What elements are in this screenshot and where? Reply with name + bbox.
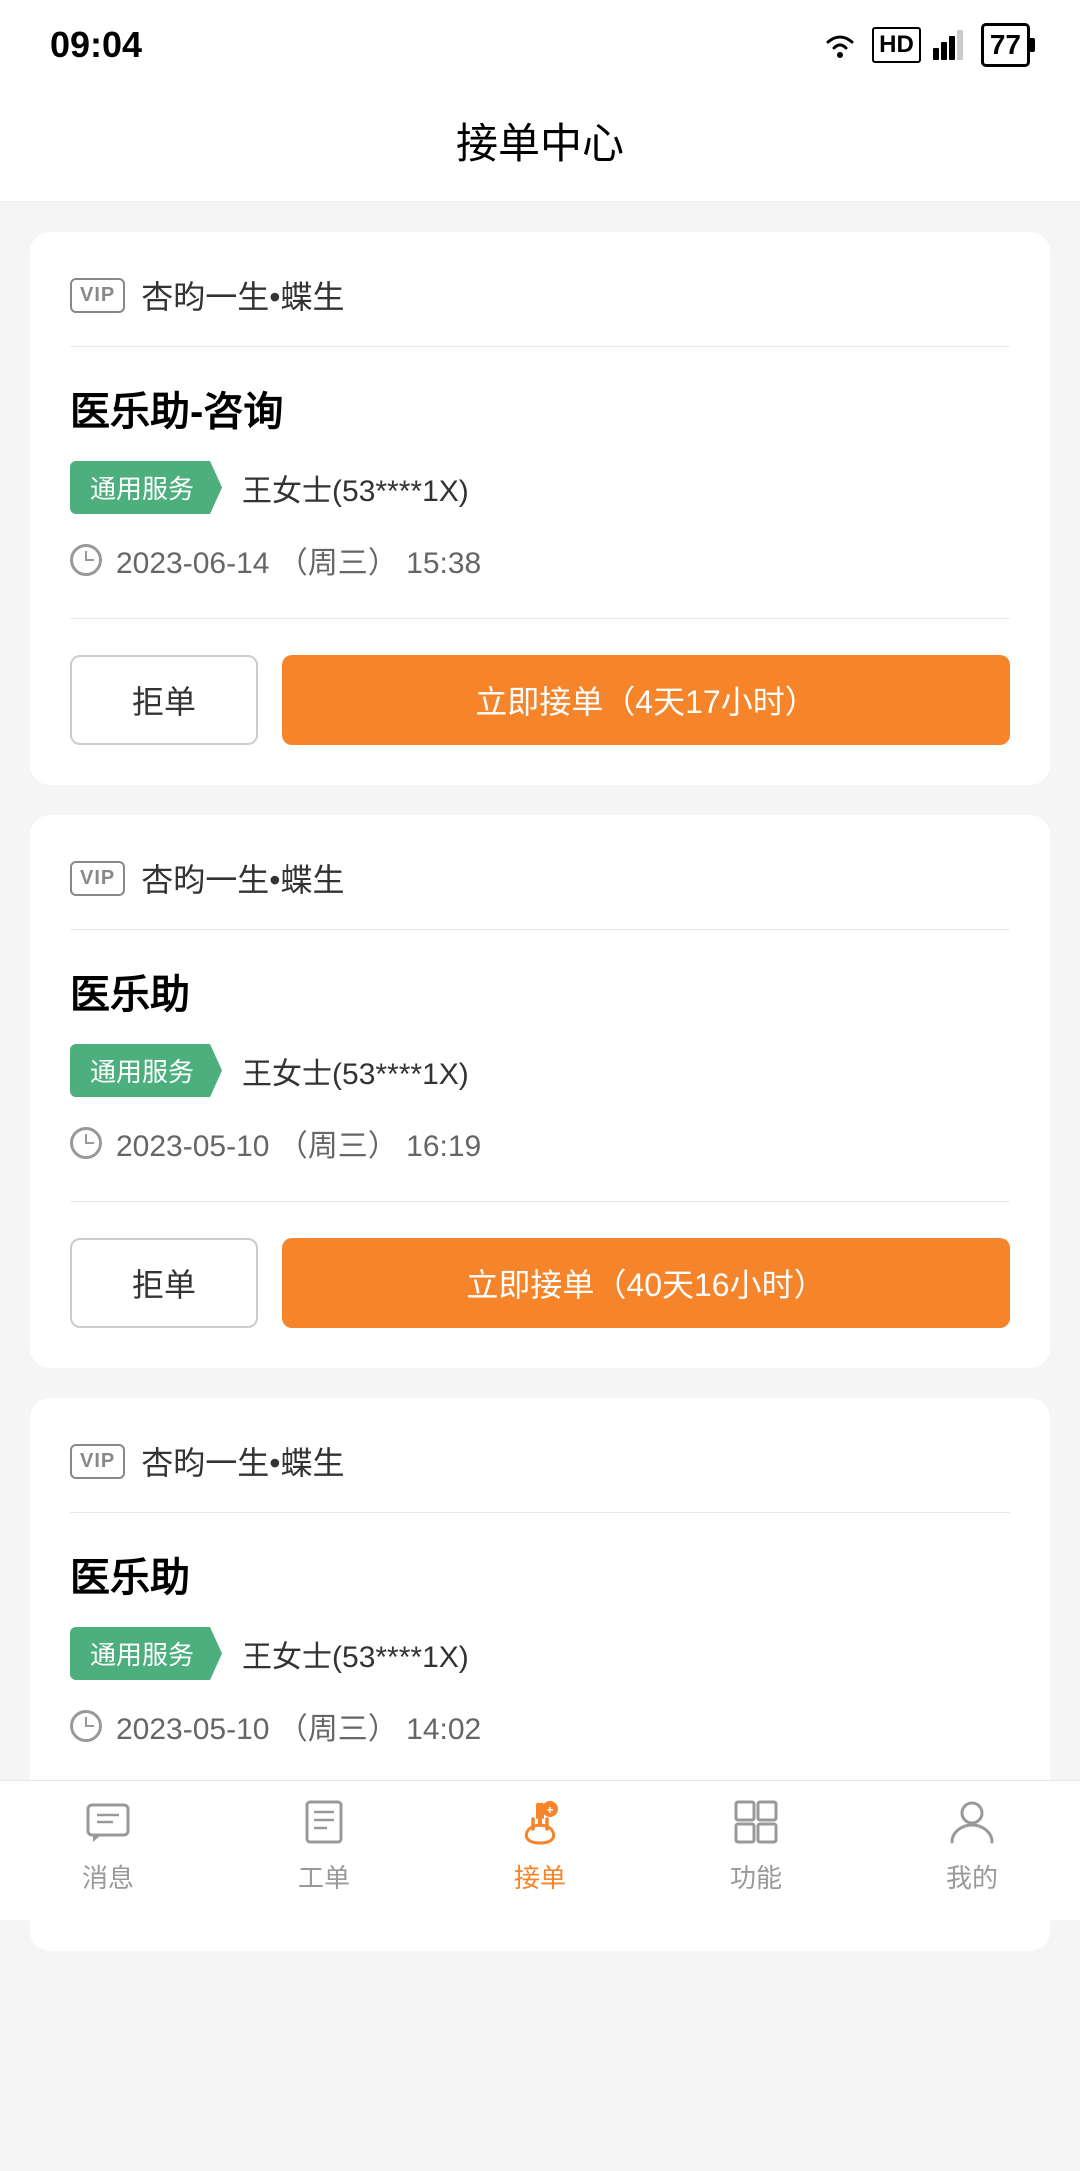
clock-icon-1 — [70, 544, 102, 576]
card-actions-1: 拒单 立即接单（4天17小时） — [70, 655, 1010, 745]
time-text-1: 2023-06-14 （周三） 15:38 — [116, 538, 481, 582]
page-title: 接单中心 — [0, 110, 1080, 171]
service-tag-3: 通用服务 — [70, 1627, 222, 1680]
nav-label-profile: 我的 — [946, 1858, 998, 1895]
reject-button-2[interactable]: 拒单 — [70, 1238, 258, 1328]
card-username-2: 杏昀一生•蝶生 — [141, 855, 344, 901]
time-text-3: 2023-05-10 （周三） 14:02 — [116, 1704, 481, 1748]
nav-item-messages[interactable]: 消息 — [0, 1796, 216, 1895]
nav-item-workorder[interactable]: 工单 — [216, 1796, 432, 1895]
profile-icon — [946, 1796, 998, 1848]
nav-item-functions[interactable]: 功能 — [648, 1796, 864, 1895]
vip-badge-1: VIP — [70, 278, 125, 313]
workorder-icon — [298, 1796, 350, 1848]
order-time-1: 2023-06-14 （周三） 15:38 — [70, 538, 1010, 582]
nav-item-accept[interactable]: + 接单 — [432, 1796, 648, 1895]
nav-label-accept: 接单 — [514, 1858, 566, 1895]
accept-button-1[interactable]: 立即接单（4天17小时） — [282, 655, 1010, 745]
reject-button-1[interactable]: 拒单 — [70, 655, 258, 745]
service-tag-2: 通用服务 — [70, 1044, 222, 1097]
status-bar: 09:04 HD 77 — [0, 0, 1080, 80]
service-info-2: 通用服务 王女士(53****1X) — [70, 1044, 1010, 1097]
service-info-1: 通用服务 王女士(53****1X) — [70, 461, 1010, 514]
service-title-2: 医乐助 — [70, 962, 1010, 1020]
time-text-2: 2023-05-10 （周三） 16:19 — [116, 1121, 481, 1165]
card-header-2: VIP 杏昀一生•蝶生 — [70, 855, 1010, 930]
svg-text:+: + — [546, 1803, 553, 1817]
vip-badge-2: VIP — [70, 861, 125, 896]
order-time-3: 2023-05-10 （周三） 14:02 — [70, 1704, 1010, 1748]
customer-name-2: 王女士(53****1X) — [242, 1049, 469, 1093]
nav-item-profile[interactable]: 我的 — [864, 1796, 1080, 1895]
card-header-1: VIP 杏昀一生•蝶生 — [70, 272, 1010, 347]
customer-name-3: 王女士(53****1X) — [242, 1632, 469, 1676]
wifi-icon — [820, 30, 860, 60]
battery-icon: 77 — [981, 23, 1030, 67]
order-card-2: VIP 杏昀一生•蝶生 医乐助 通用服务 王女士(53****1X) 2023-… — [30, 815, 1050, 1368]
accept-button-2[interactable]: 立即接单（40天16小时） — [282, 1238, 1010, 1328]
service-info-3: 通用服务 王女士(53****1X) — [70, 1627, 1010, 1680]
card-username-1: 杏昀一生•蝶生 — [141, 272, 344, 318]
status-time: 09:04 — [50, 24, 142, 66]
card-actions-2: 拒单 立即接单（40天16小时） — [70, 1238, 1010, 1328]
nav-label-functions: 功能 — [730, 1858, 782, 1895]
order-card-1: VIP 杏昀一生•蝶生 医乐助-咨询 通用服务 王女士(53****1X) 20… — [30, 232, 1050, 785]
hd-badge: HD — [872, 27, 921, 63]
card-divider-2 — [70, 1201, 1010, 1202]
service-title-3: 医乐助 — [70, 1545, 1010, 1603]
clock-icon-3 — [70, 1710, 102, 1742]
clock-icon-2 — [70, 1127, 102, 1159]
order-time-2: 2023-05-10 （周三） 16:19 — [70, 1121, 1010, 1165]
bottom-nav: 消息 工单 + 接单 — [0, 1780, 1080, 1920]
vip-badge-3: VIP — [70, 1444, 125, 1479]
service-tag-1: 通用服务 — [70, 461, 222, 514]
nav-label-workorder: 工单 — [298, 1858, 350, 1895]
customer-name-1: 王女士(53****1X) — [242, 466, 469, 510]
card-header-3: VIP 杏昀一生•蝶生 — [70, 1438, 1010, 1513]
service-title-1: 医乐助-咨询 — [70, 379, 1010, 437]
card-divider-1 — [70, 618, 1010, 619]
nav-label-messages: 消息 — [82, 1858, 134, 1895]
functions-icon — [730, 1796, 782, 1848]
message-icon — [82, 1796, 134, 1848]
accept-icon: + — [514, 1796, 566, 1848]
page-header: 接单中心 — [0, 80, 1080, 202]
status-icons: HD 77 — [820, 23, 1030, 67]
card-username-3: 杏昀一生•蝶生 — [141, 1438, 344, 1484]
signal-icon — [933, 30, 969, 60]
